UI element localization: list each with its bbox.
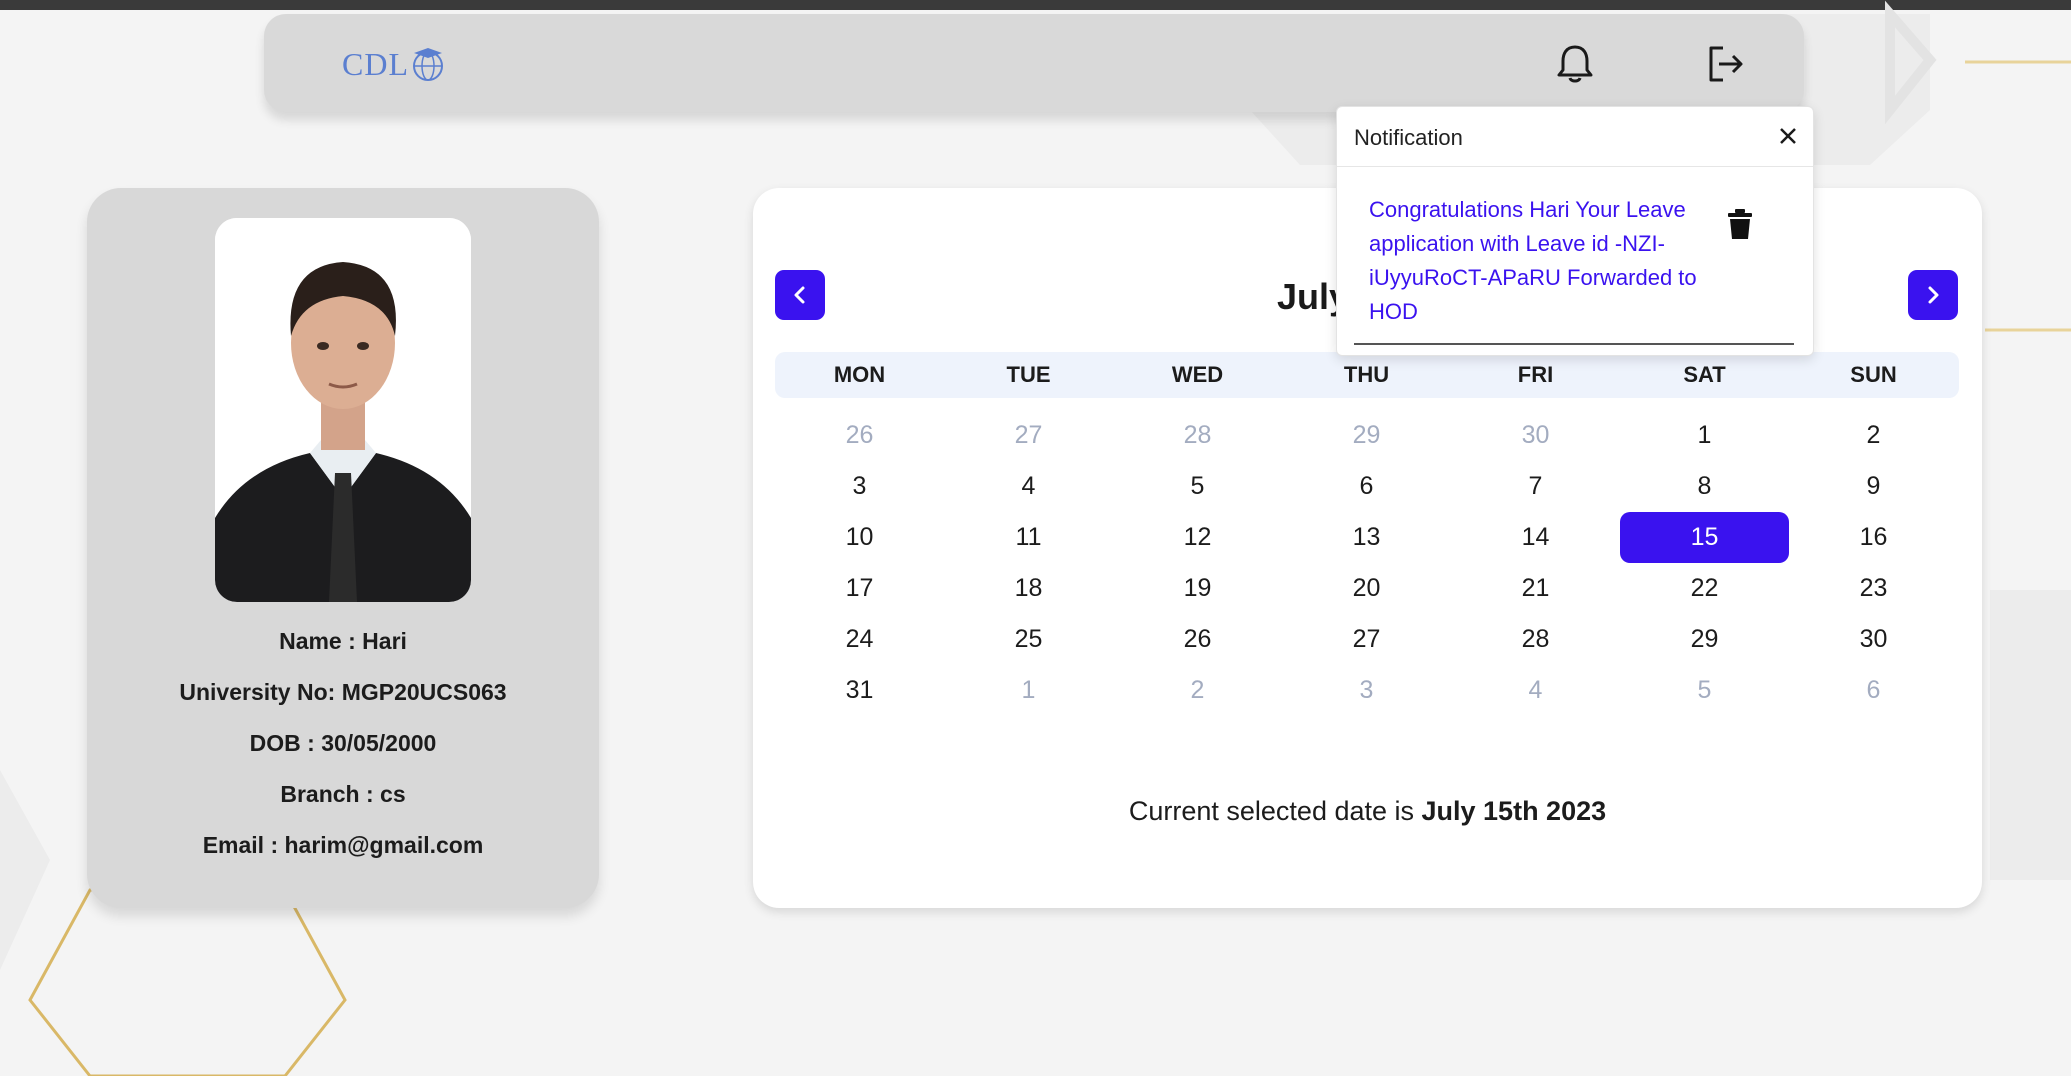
calendar-day[interactable]: 4 <box>1451 665 1620 716</box>
calendar-day[interactable]: 10 <box>775 512 944 563</box>
profile-card: Name : Hari University No: MGP20UCS063 D… <box>87 188 599 908</box>
calendar-day[interactable]: 6 <box>1789 665 1958 716</box>
calendar-day[interactable]: 19 <box>1113 563 1282 614</box>
profile-name: Name : Hari <box>279 628 407 654</box>
calendar-day[interactable]: 12 <box>1113 512 1282 563</box>
calendar-day[interactable]: 20 <box>1282 563 1451 614</box>
calendar-day[interactable]: 6 <box>1282 461 1451 512</box>
calendar-day[interactable]: 27 <box>944 410 1113 461</box>
calendar-day[interactable]: 13 <box>1282 512 1451 563</box>
calendar-day[interactable]: 29 <box>1620 614 1789 665</box>
calendar-day[interactable]: 24 <box>775 614 944 665</box>
calendar-day[interactable]: 26 <box>775 410 944 461</box>
bell-icon <box>1557 45 1593 83</box>
logo-text: CDL <box>342 45 409 82</box>
calendar-day[interactable]: 30 <box>1789 614 1958 665</box>
calendar-day[interactable]: 3 <box>1282 665 1451 716</box>
profile-photo <box>215 218 471 602</box>
cdl-logo[interactable]: CDL <box>342 42 447 86</box>
calendar-day[interactable]: 28 <box>1451 614 1620 665</box>
chevron-left-icon <box>794 286 805 304</box>
next-month-button[interactable] <box>1908 270 1958 320</box>
calendar-day[interactable]: 26 <box>1113 614 1282 665</box>
weekday-label: TUE <box>1006 362 1051 387</box>
selected-date-value: July 15th 2023 <box>1421 796 1607 826</box>
calendar-day[interactable]: 16 <box>1789 512 1958 563</box>
profile-dob: DOB : 30/05/2000 <box>249 730 437 756</box>
weekday-label: THU <box>1343 362 1390 387</box>
calendar-day[interactable]: 28 <box>1113 410 1282 461</box>
notification-item-underline <box>1354 343 1794 345</box>
globe-icon <box>413 48 443 81</box>
profile-branch: Branch : cs <box>280 781 406 807</box>
calendar-day[interactable]: 22 <box>1620 563 1789 614</box>
weekday-label: SUN <box>1850 362 1897 387</box>
calendar-day[interactable]: 21 <box>1451 563 1620 614</box>
calendar-day[interactable]: 14 <box>1451 512 1620 563</box>
weekday-header: MON TUE WED THU FRI SAT SUN <box>775 352 1959 398</box>
calendar-day[interactable]: 9 <box>1789 461 1958 512</box>
logout-button[interactable] <box>1701 40 1749 88</box>
calendar-day[interactable]: 2 <box>1789 410 1958 461</box>
notification-bell-button[interactable] <box>1551 40 1599 88</box>
calendar-day-selected[interactable]: 15 <box>1620 512 1789 563</box>
delete-notification-button[interactable] <box>1725 207 1755 241</box>
notification-divider <box>1337 166 1813 167</box>
prev-month-button[interactable] <box>775 270 825 320</box>
profile-university-no: University No: MGP20UCS063 <box>179 679 507 705</box>
calendar-day[interactable]: 11 <box>944 512 1113 563</box>
trash-icon <box>1728 209 1752 239</box>
calendar-day[interactable]: 2 <box>1113 665 1282 716</box>
calendar-day[interactable]: 8 <box>1620 461 1789 512</box>
profile-email: Email : harim@gmail.com <box>202 832 484 858</box>
notification-title: Notification <box>1354 125 1463 150</box>
logout-icon <box>1709 46 1743 82</box>
top-navbar: CDL <box>264 14 1804 112</box>
calendar-day[interactable]: 27 <box>1282 614 1451 665</box>
selected-date-prefix: Current selected date is <box>1128 796 1422 826</box>
calendar-day[interactable]: 1 <box>1620 410 1789 461</box>
weekday-label: WED <box>1171 362 1224 387</box>
notification-close-button[interactable] <box>1773 121 1803 151</box>
calendar-day[interactable]: 17 <box>775 563 944 614</box>
notification-popup: Notification Congratulations Hari Your L… <box>1336 106 1814 356</box>
calendar-day[interactable]: 4 <box>944 461 1113 512</box>
calendar-day[interactable]: 29 <box>1282 410 1451 461</box>
calendar-day[interactable]: 7 <box>1451 461 1620 512</box>
calendar-day[interactable]: 30 <box>1451 410 1620 461</box>
calendar-day[interactable]: 25 <box>944 614 1113 665</box>
calendar-day[interactable]: 18 <box>944 563 1113 614</box>
calendar-day[interactable]: 23 <box>1789 563 1958 614</box>
calendar-day[interactable]: 3 <box>775 461 944 512</box>
weekday-label: MON <box>833 362 886 387</box>
calendar-day[interactable]: 5 <box>1113 461 1282 512</box>
weekday-label: FRI <box>1517 362 1554 387</box>
notification-message[interactable]: Congratulations Hari Your Leave applicat… <box>1369 193 1709 329</box>
calendar-day[interactable]: 1 <box>944 665 1113 716</box>
calendar-day[interactable]: 31 <box>775 665 944 716</box>
weekday-label: SAT <box>1683 362 1726 387</box>
selected-date-text: Current selected date is July 15th 2023 <box>753 796 1982 827</box>
calendar-day[interactable]: 5 <box>1620 665 1789 716</box>
close-icon <box>1780 128 1796 144</box>
chevron-right-icon <box>1928 286 1939 304</box>
